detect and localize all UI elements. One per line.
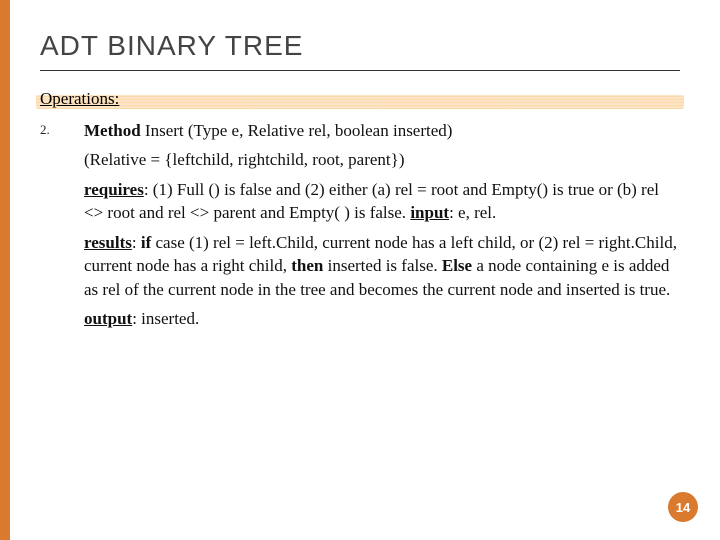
results-label: results — [84, 233, 132, 252]
method-line: Method Insert (Type e, Relative rel, boo… — [84, 119, 680, 142]
if-label: if — [141, 233, 151, 252]
list-item: 2. Method Insert (Type e, Relative rel, … — [40, 119, 680, 337]
title-rule — [40, 70, 680, 71]
results-line: results: if case (1) rel = left.Child, c… — [84, 231, 680, 301]
page-title: ADT BINARY TREE — [40, 30, 680, 62]
item-body: Method Insert (Type e, Relative rel, boo… — [84, 119, 680, 337]
output-label: output — [84, 309, 132, 328]
requires-label: requires — [84, 180, 144, 199]
relative-def: (Relative = {leftchild, rightchild, root… — [84, 148, 680, 171]
operations-heading-row: Operations: — [40, 89, 680, 109]
results-span1: : — [132, 233, 141, 252]
input-text: : e, rel. — [449, 203, 496, 222]
output-line: output: inserted. — [84, 307, 680, 330]
requires-text: : (1) Full () is false and (2) either (a… — [84, 180, 659, 222]
method-label: Method — [84, 121, 141, 140]
else-label: Else — [442, 256, 472, 275]
page-number-badge: 14 — [668, 492, 698, 522]
item-number: 2. — [40, 119, 56, 337]
input-label: input — [410, 203, 449, 222]
then-label: then — [291, 256, 323, 275]
highlight-bar — [36, 95, 684, 109]
operations-label: Operations: — [40, 89, 119, 108]
requires-line: requires: (1) Full () is false and (2) e… — [84, 178, 680, 225]
slide: ADT BINARY TREE Operations: 2. Method In… — [0, 0, 720, 540]
output-text: : inserted. — [132, 309, 199, 328]
method-signature: Insert (Type e, Relative rel, boolean in… — [141, 121, 453, 140]
results-span3: inserted is false. — [323, 256, 442, 275]
